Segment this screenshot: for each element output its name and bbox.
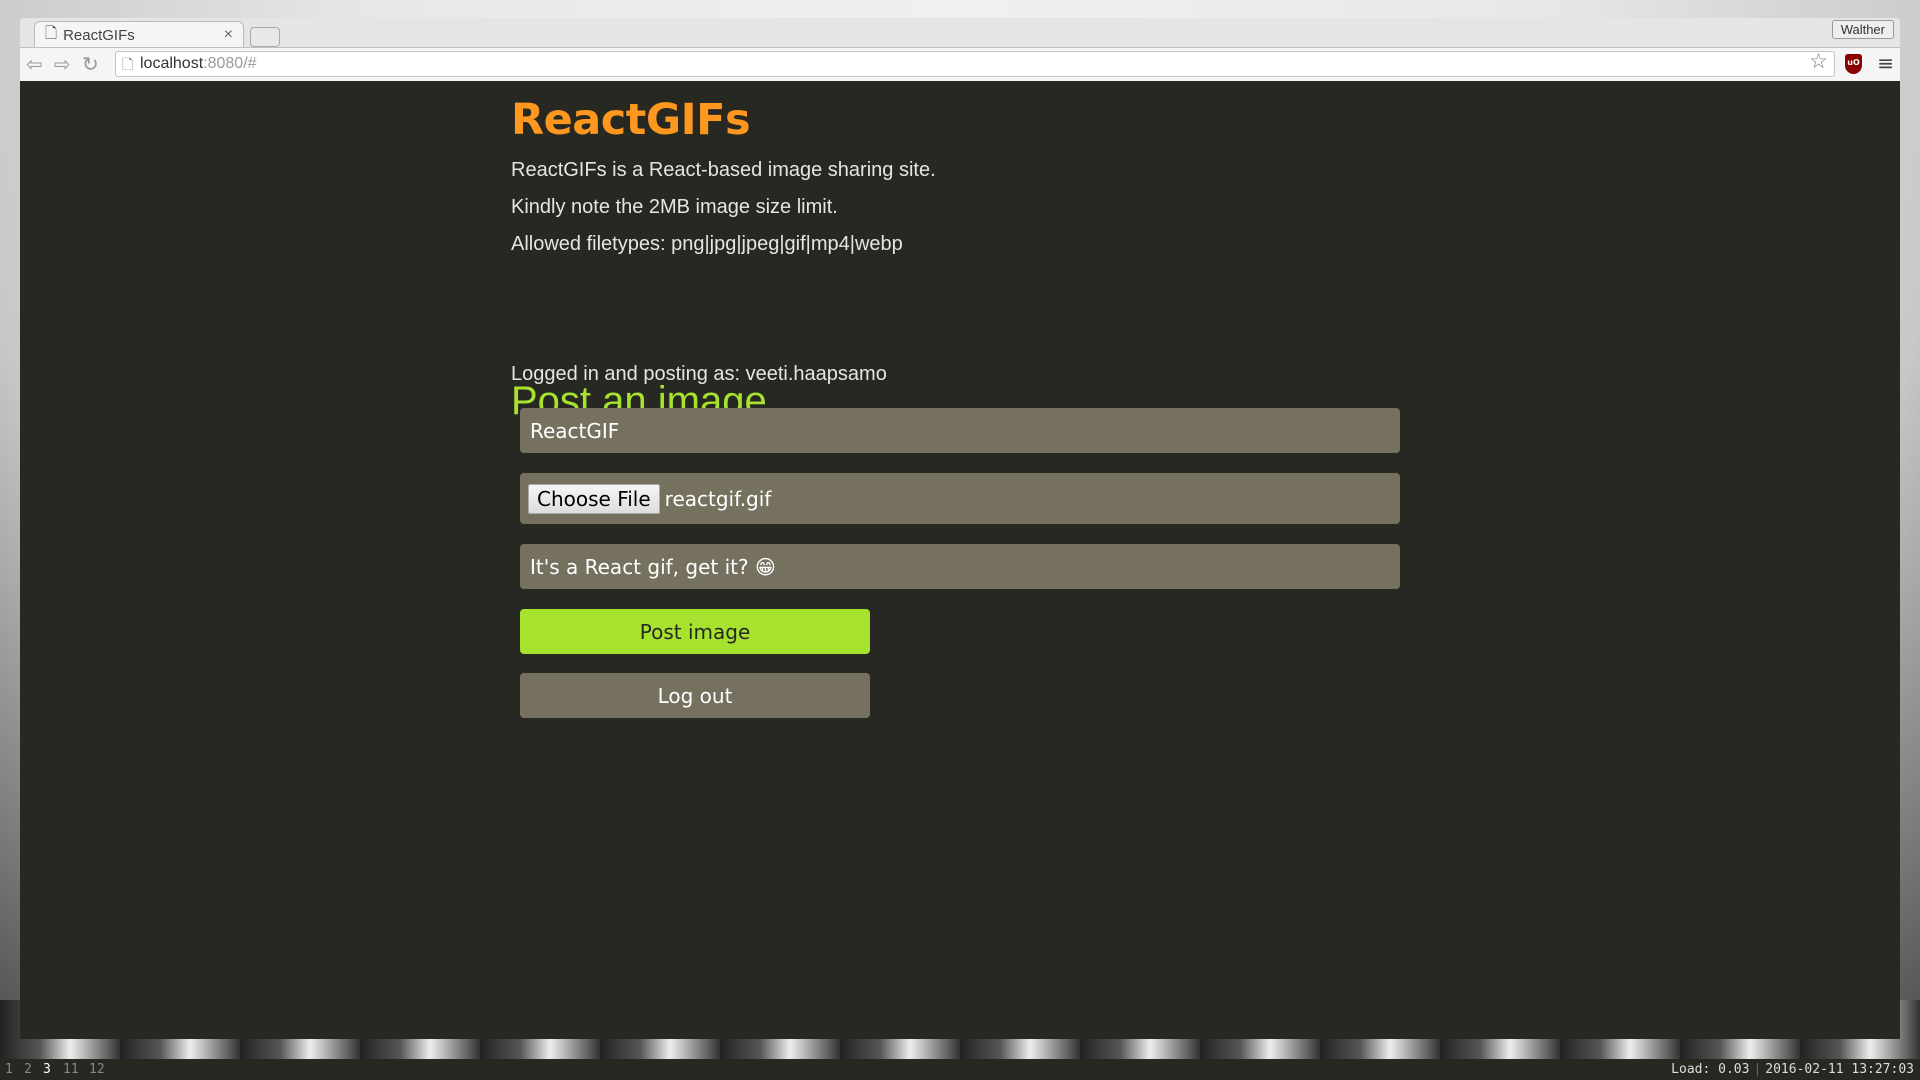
back-icon[interactable]: ⇦: [26, 52, 43, 76]
filetypes-line: Allowed filetypes: png|jpg|jpeg|gif|mp4|…: [511, 233, 903, 255]
clock: 2016-02-11 13:27:03: [1765, 1062, 1914, 1077]
toolbar: ⇦ ⇨ ↻ 🗋 localhost:8080/# ☆ uO ≡: [20, 47, 1900, 81]
ublock-icon[interactable]: uO: [1845, 54, 1862, 74]
new-tab-button[interactable]: [250, 27, 280, 47]
workspace-3[interactable]: 3: [43, 1062, 51, 1077]
reload-icon[interactable]: ↻: [82, 52, 99, 76]
workspace-12[interactable]: 12: [89, 1062, 105, 1077]
workspace-1[interactable]: 1: [5, 1062, 13, 1077]
bookmark-star-icon[interactable]: ☆: [1809, 50, 1828, 74]
workspace-2[interactable]: 2: [24, 1062, 32, 1077]
file-name: reactgif.gif: [664, 486, 772, 511]
intro-line: ReactGIFs is a React-based image sharing…: [511, 159, 936, 181]
site-title: ReactGIFs: [511, 95, 751, 145]
file-input[interactable]: Choose File reactgif.gif: [520, 473, 1400, 524]
choose-file-button[interactable]: Choose File: [528, 483, 660, 514]
url-host: localhost: [140, 55, 204, 72]
profile-button[interactable]: Walther: [1831, 20, 1894, 39]
url-rest: :8080/#: [203, 55, 257, 72]
log-out-button[interactable]: Log out: [520, 673, 870, 718]
address-bar[interactable]: 🗋 localhost:8080/# ☆: [115, 50, 1835, 77]
status-bar: 1 2 3 11 12 Load: 0.03 | 2016-02-11 13:27:…: [0, 1059, 1920, 1080]
menu-icon[interactable]: ≡: [1877, 51, 1894, 75]
tab-title: ReactGIFs: [63, 27, 135, 44]
forward-icon[interactable]: ⇨: [54, 52, 71, 76]
title-input[interactable]: ReactGIF: [520, 408, 1400, 453]
tab-reactgifs[interactable]: 🗋 ReactGIFs ×: [34, 21, 244, 49]
post-image-button[interactable]: Post image: [520, 609, 870, 654]
page-icon: 🗋: [122, 56, 134, 72]
divider: |: [1753, 1062, 1762, 1077]
close-tab-icon[interactable]: ×: [224, 26, 233, 44]
description-input[interactable]: It's a React gif, get it? 😁: [520, 544, 1400, 589]
page-content: ReactGIFs ReactGIFs is a React-based ima…: [20, 81, 1900, 1039]
load-average: Load: 0.03: [1671, 1062, 1750, 1077]
page-icon: 🗋: [45, 25, 58, 42]
size-limit-line: Kindly note the 2MB image size limit.: [511, 196, 838, 218]
workspace-11[interactable]: 11: [63, 1062, 79, 1077]
logged-in-text: Logged in and posting as: veeti.haapsamo: [511, 363, 887, 385]
